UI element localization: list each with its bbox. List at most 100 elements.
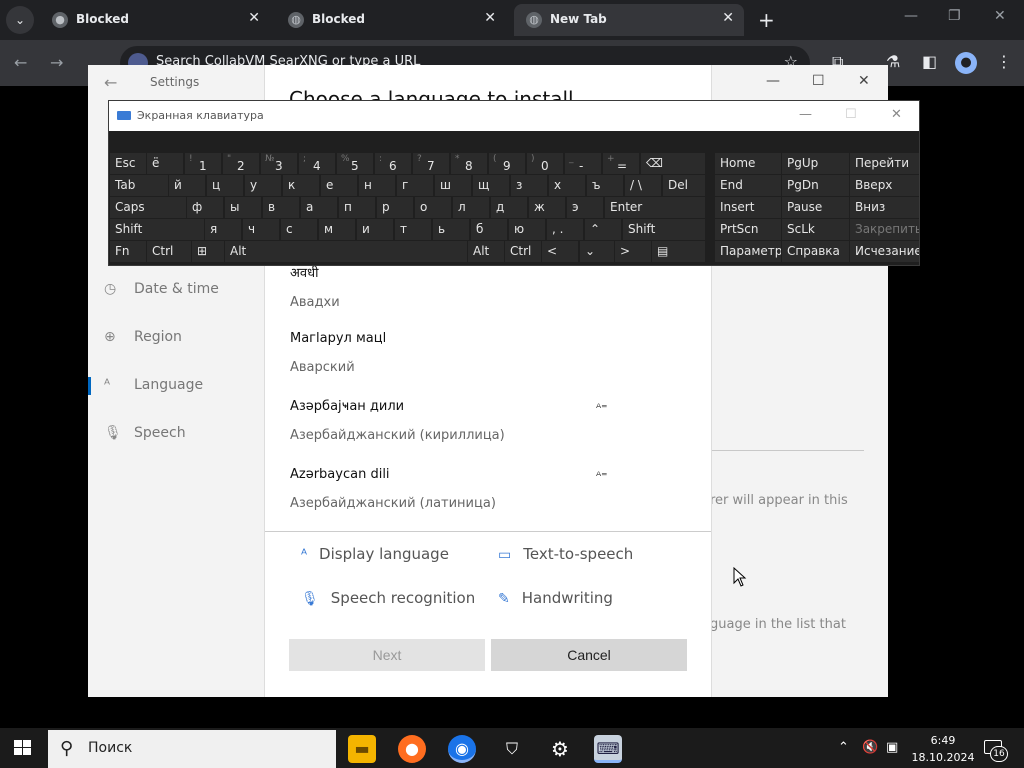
close-tab-icon[interactable]: ✕: [484, 10, 496, 26]
osk-key[interactable]: л: [453, 197, 489, 218]
chrome-icon[interactable]: ◉: [448, 735, 476, 763]
settings-maximize-icon[interactable]: ☐: [812, 73, 825, 89]
osk-key[interactable]: Ctrl: [505, 241, 541, 262]
osk-key[interactable]: й: [169, 175, 205, 196]
tab-blocked-2[interactable]: ◍ Blocked ✕: [276, 4, 506, 36]
tab-blocked-1[interactable]: ● Blocked ✕: [40, 4, 270, 36]
language-item[interactable]: Магlарул мацl Аварский: [290, 331, 690, 375]
osk-key[interactable]: End: [715, 175, 781, 196]
show-hidden-icons-icon[interactable]: ⌃: [838, 740, 849, 755]
osk-key[interactable]: PrtScn: [715, 219, 781, 240]
osk-key[interactable]: Alt: [468, 241, 504, 262]
firefox-icon[interactable]: ●: [398, 735, 426, 763]
language-item[interactable]: Azərbaycan dili Азербайджанский (латиниц…: [290, 467, 690, 511]
osk-key[interactable]: >: [615, 241, 651, 262]
osk-key[interactable]: Home: [715, 153, 781, 174]
osk-key[interactable]: и: [357, 219, 393, 240]
osk-key[interactable]: Вверх: [850, 175, 919, 196]
tab-search-dropdown-icon[interactable]: ⌄: [6, 6, 34, 34]
osk-key[interactable]: _ -: [565, 153, 601, 174]
windows-security-icon[interactable]: ⛉: [498, 735, 526, 763]
osk-key[interactable]: ь: [433, 219, 469, 240]
osk-key[interactable]: , .: [547, 219, 583, 240]
osk-key[interactable]: Tab: [110, 175, 168, 196]
osk-key[interactable]: + =: [603, 153, 639, 174]
nav-item-region[interactable]: ⊕ Region: [104, 329, 182, 345]
osk-key[interactable]: ъ: [587, 175, 623, 196]
osk-key[interactable]: / \: [625, 175, 661, 196]
osk-key[interactable]: Shift: [110, 219, 204, 240]
volume-muted-icon[interactable]: 🔇: [862, 740, 878, 755]
osk-key[interactable]: я: [205, 219, 241, 240]
osk-key[interactable]: ⌄: [580, 241, 614, 262]
osk-key[interactable]: ; 4: [299, 153, 335, 174]
next-button[interactable]: Next: [289, 639, 485, 671]
language-item[interactable]: अवधी Авадхи: [290, 263, 690, 310]
osk-key[interactable]: ) 0: [527, 153, 563, 174]
osk-key[interactable]: ф: [187, 197, 223, 218]
osk-key[interactable]: ы: [225, 197, 261, 218]
osk-key[interactable]: * 8: [451, 153, 487, 174]
settings-close-icon[interactable]: ✕: [858, 73, 870, 89]
forward-icon[interactable]: →: [50, 53, 63, 72]
osk-key[interactable]: Del: [663, 175, 705, 196]
osk-key[interactable]: р: [377, 197, 413, 218]
new-tab-icon[interactable]: +: [758, 8, 775, 32]
osk-key[interactable]: ⌫: [641, 153, 705, 174]
on-screen-keyboard-app-icon[interactable]: ⌨: [594, 735, 622, 763]
osk-key[interactable]: щ: [473, 175, 509, 196]
osk-key[interactable]: ш: [435, 175, 471, 196]
osk-key[interactable]: " 2: [223, 153, 259, 174]
labs-flask-icon[interactable]: ⚗: [886, 52, 900, 71]
back-icon[interactable]: ←: [14, 53, 27, 72]
osk-key[interactable]: х: [549, 175, 585, 196]
osk-key[interactable]: Shift: [623, 219, 705, 240]
osk-key[interactable]: ScLk: [782, 219, 849, 240]
osk-key[interactable]: о: [415, 197, 451, 218]
settings-back-icon[interactable]: ←: [104, 73, 117, 92]
nav-item-speech[interactable]: 🎙 Speech: [104, 425, 186, 441]
osk-key[interactable]: ё: [147, 153, 183, 174]
network-icon[interactable]: ▣: [886, 740, 898, 755]
language-item[interactable]: Азәрбајҹан дили Азербайджанский (кирилли…: [290, 399, 690, 443]
osk-key[interactable]: Параметры: [715, 241, 781, 262]
close-tab-icon[interactable]: ✕: [248, 10, 260, 26]
settings-gear-icon[interactable]: ⚙: [546, 735, 574, 763]
osk-key[interactable]: с: [281, 219, 317, 240]
osk-key[interactable]: ю: [509, 219, 545, 240]
osk-key[interactable]: % 5: [337, 153, 373, 174]
osk-close-icon[interactable]: ✕: [891, 107, 902, 122]
tab-new-tab[interactable]: ◍ New Tab ✕: [514, 4, 744, 36]
osk-key[interactable]: Ctrl: [147, 241, 191, 262]
osk-key[interactable]: № 3: [261, 153, 297, 174]
osk-key[interactable]: Caps: [110, 197, 186, 218]
minimize-icon[interactable]: —: [904, 8, 918, 24]
osk-key[interactable]: PgDn: [782, 175, 849, 196]
osk-key[interactable]: Alt: [225, 241, 467, 262]
osk-key[interactable]: к: [283, 175, 319, 196]
osk-key[interactable]: п: [339, 197, 375, 218]
osk-key[interactable]: Перейти: [850, 153, 919, 174]
osk-key[interactable]: Enter: [605, 197, 705, 218]
osk-key[interactable]: ж: [529, 197, 565, 218]
osk-key[interactable]: ⌃: [585, 219, 621, 240]
osk-key[interactable]: ? 7: [413, 153, 449, 174]
close-tab-icon[interactable]: ✕: [722, 10, 734, 26]
osk-key[interactable]: (9: [489, 153, 525, 174]
osk-key[interactable]: ▤: [652, 241, 705, 262]
nav-item-language[interactable]: ᴬ Language: [104, 377, 203, 393]
osk-minimize-icon[interactable]: —: [799, 107, 812, 122]
osk-key[interactable]: б: [471, 219, 507, 240]
osk-key[interactable]: Вниз: [850, 197, 919, 218]
restore-icon[interactable]: ❐: [948, 8, 961, 24]
osk-key[interactable]: Pause: [782, 197, 849, 218]
osk-key[interactable]: т: [395, 219, 431, 240]
osk-key[interactable]: н: [359, 175, 395, 196]
osk-key[interactable]: ! 1: [185, 153, 221, 174]
osk-key[interactable]: <: [542, 241, 578, 262]
taskbar-clock[interactable]: 6:49 18.10.2024: [908, 732, 978, 766]
osk-key[interactable]: :6: [375, 153, 411, 174]
settings-minimize-icon[interactable]: —: [766, 73, 780, 89]
osk-key[interactable]: Insert: [715, 197, 781, 218]
side-panel-icon[interactable]: ◧: [922, 52, 937, 71]
